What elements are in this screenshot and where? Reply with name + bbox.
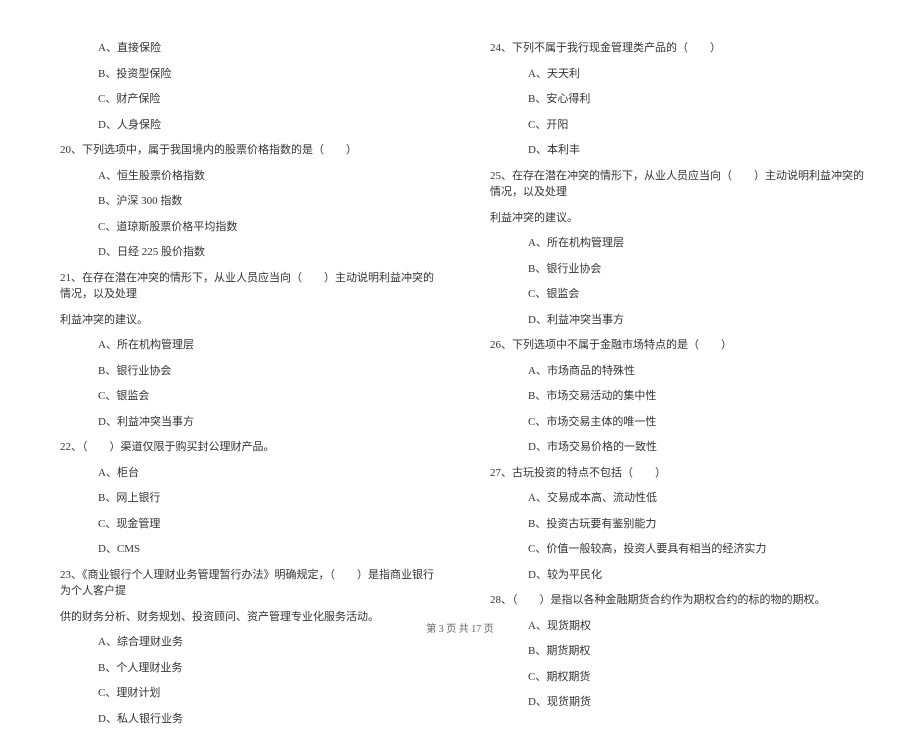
option: A、综合理财业务 [50,634,440,651]
question-20: 20、下列选项中，属于我国境内的股票价格指数的是（ ） [50,142,440,159]
question-25: 25、在存在潜在冲突的情形下，从业人员应当向（ ）主动说明利益冲突的情况，以及处… [480,168,870,201]
option: C、价值一般较高，投资人要具有相当的经济实力 [480,541,870,558]
option: C、市场交易主体的唯一性 [480,414,870,431]
option: B、个人理财业务 [50,660,440,677]
option: D、CMS [50,541,440,558]
option: D、现货期货 [480,694,870,711]
option: B、银行业协会 [480,261,870,278]
option: B、期货期权 [480,643,870,660]
option: A、恒生股票价格指数 [50,168,440,185]
option: A、市场商品的特殊性 [480,363,870,380]
option: A、直接保险 [50,40,440,57]
option: C、开阳 [480,117,870,134]
option: D、人身保险 [50,117,440,134]
option: C、银监会 [50,388,440,405]
question-22: 22、（ ）渠道仅限于购买封公理财产品。 [50,439,440,456]
option: B、沪深 300 指数 [50,193,440,210]
question-24: 24、下列不属于我行现金管理类产品的（ ） [480,40,870,57]
option: D、利益冲突当事方 [50,414,440,431]
option: A、柜台 [50,465,440,482]
option: C、现金管理 [50,516,440,533]
option: B、银行业协会 [50,363,440,380]
option: D、较为平民化 [480,567,870,584]
question-21-cont: 利益冲突的建议。 [50,312,440,329]
option: C、银监会 [480,286,870,303]
option: D、本利丰 [480,142,870,159]
option: B、投资型保险 [50,66,440,83]
option: C、财产保险 [50,91,440,108]
question-23: 23、《商业银行个人理财业务管理暂行办法》明确规定，（ ）是指商业银行为个人客户… [50,567,440,600]
option: B、市场交易活动的集中性 [480,388,870,405]
option: A、天天利 [480,66,870,83]
question-28: 28、（ ）是指以各种金融期货合约作为期权合约的标的物的期权。 [480,592,870,609]
option: D、市场交易价格的一致性 [480,439,870,456]
option: C、期权期货 [480,669,870,686]
question-27: 27、古玩投资的特点不包括（ ） [480,465,870,482]
option: D、日经 225 股价指数 [50,244,440,261]
option: D、私人银行业务 [50,711,440,728]
option: A、交易成本高、流动性低 [480,490,870,507]
option: B、安心得利 [480,91,870,108]
question-21: 21、在存在潜在冲突的情形下，从业人员应当向（ ）主动说明利益冲突的情况，以及处… [50,270,440,303]
question-26: 26、下列选项中不属于金融市场特点的是（ ） [480,337,870,354]
option: A、所在机构管理层 [480,235,870,252]
option: C、道琼斯股票价格平均指数 [50,219,440,236]
option: B、网上银行 [50,490,440,507]
question-25-cont: 利益冲突的建议。 [480,210,870,227]
option: D、利益冲突当事方 [480,312,870,329]
page-footer: 第 3 页 共 17 页 [0,620,920,635]
option: B、投资古玩要有鉴别能力 [480,516,870,533]
option: A、所在机构管理层 [50,337,440,354]
option: C、理财计划 [50,685,440,702]
